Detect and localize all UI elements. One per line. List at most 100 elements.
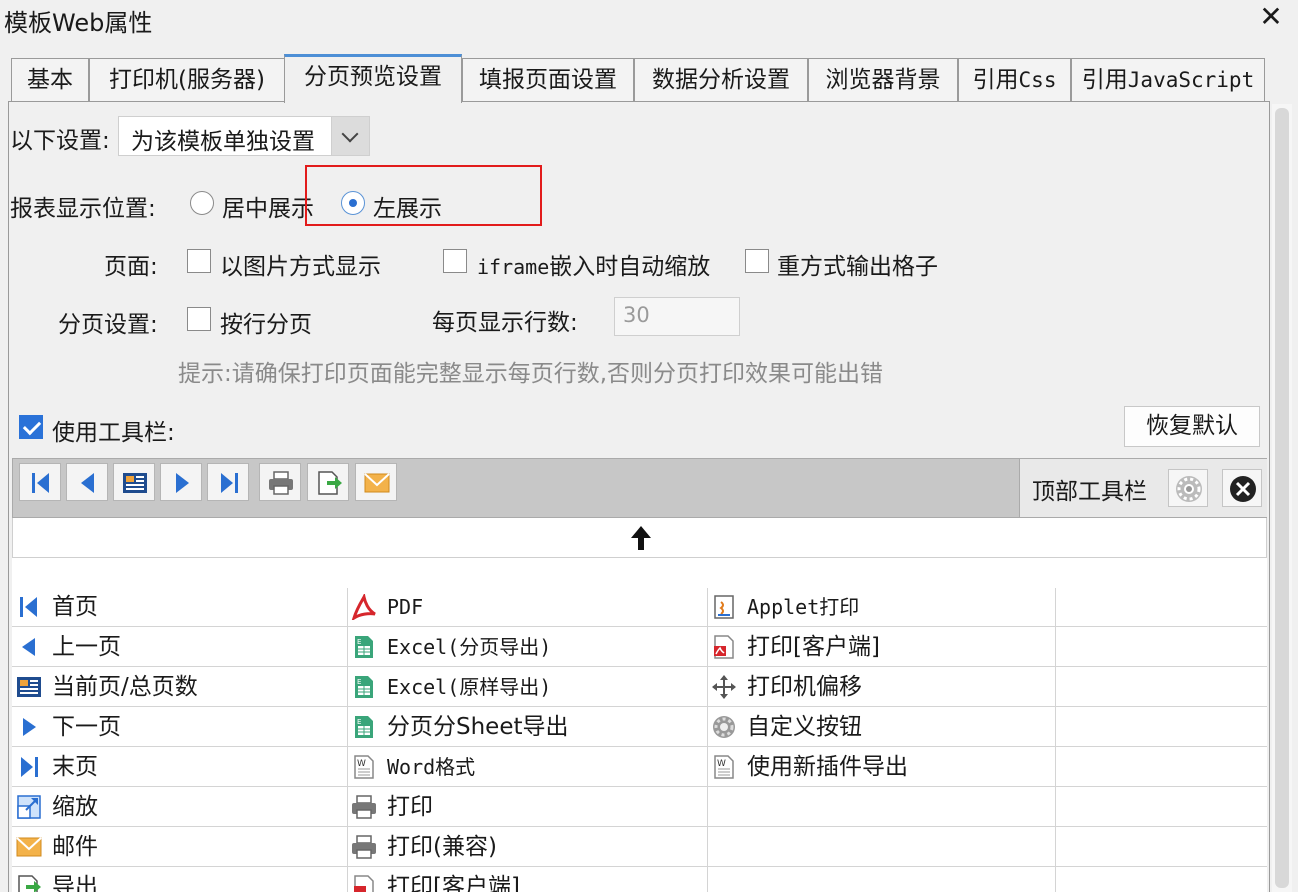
word-icon: W	[714, 755, 734, 779]
grid-item-next-page[interactable]: 下一页	[12, 707, 347, 747]
radio-center[interactable]	[190, 191, 214, 215]
grid-item-excel-paged[interactable]: E Excel(分页导出)	[347, 627, 707, 667]
table-row: 缩放 打印	[12, 787, 1267, 827]
use-toolbar-label[interactable]: 使用工具栏:	[52, 413, 175, 447]
grid-item-label: 打印机偏移	[747, 674, 862, 700]
checkbox-row-paging[interactable]	[187, 307, 211, 331]
image-mode-label[interactable]: 以图片方式显示	[220, 247, 381, 281]
first-page-icon[interactable]	[19, 463, 61, 501]
grid-item-label: 打印[客户端]	[387, 874, 520, 892]
grid-item-zoom[interactable]: 缩放	[12, 787, 347, 827]
grid-item-print-client-2[interactable]: 打印[客户端]	[347, 867, 707, 892]
scope-select[interactable]: 为该模板单独设置	[118, 116, 370, 156]
tab-browser-background[interactable]: 浏览器背景	[808, 58, 958, 102]
repeat-cells-label[interactable]: 重方式输出格子	[777, 247, 938, 281]
table-row: 当前页/总页数 E Excel(原样导出) 打印机偏移	[12, 667, 1267, 707]
grid-item-label: 首页	[52, 594, 98, 620]
tab-javascript[interactable]: 引用JavaScript	[1071, 58, 1265, 102]
checkbox-iframe-zoom[interactable]	[443, 249, 467, 273]
toolbar-drop-row[interactable]	[12, 518, 1267, 558]
previous-page-icon[interactable]	[66, 463, 108, 501]
rows-per-page-input[interactable]: 30	[614, 297, 740, 336]
button-grid: 首页 PDF Applet打印 上一页 E Excel(分页导出) 打印[客户端…	[12, 558, 1267, 892]
excel-icon: E	[355, 716, 373, 738]
grid-item-pdf[interactable]: PDF	[347, 587, 707, 627]
grid-item-label: 当前页/总页数	[52, 674, 198, 700]
scope-select-value: 为该模板单独设置	[131, 129, 315, 155]
grid-item-excel-original[interactable]: E Excel(原样导出)	[347, 667, 707, 707]
toolbar-position-area: 顶部工具栏	[1019, 459, 1267, 517]
gear-icon	[713, 716, 735, 738]
row-paging-label[interactable]: 按行分页	[220, 305, 312, 339]
grid-item-label: Applet打印	[747, 595, 860, 619]
tab-printer-server[interactable]: 打印机(服务器)	[89, 58, 285, 102]
checkbox-repeat-cells[interactable]	[745, 249, 769, 273]
table-row: 邮件 打印(兼容)	[12, 827, 1267, 867]
scrollbar-thumb[interactable]	[1275, 108, 1289, 888]
checkbox-use-toolbar[interactable]	[19, 415, 43, 439]
next-page-icon[interactable]	[160, 463, 202, 501]
close-circle-icon[interactable]	[1222, 469, 1262, 507]
grid-item-prev-page[interactable]: 上一页	[12, 627, 347, 667]
zoom-icon	[17, 795, 41, 819]
radio-center-label[interactable]: 居中展示	[222, 189, 314, 223]
previous-page-icon	[22, 638, 35, 656]
pdf-icon	[351, 594, 376, 620]
grid-item-print-client[interactable]: 打印[客户端]	[707, 627, 1055, 667]
scope-label: 以下设置:	[10, 128, 110, 154]
last-page-icon[interactable]	[207, 463, 249, 501]
tab-css-prefix: 引用	[972, 67, 1019, 93]
grid-item-label: 打印(兼容)	[387, 834, 497, 860]
grid-item-plugin-export[interactable]: W 使用新插件导出	[707, 747, 1055, 787]
tab-bar: 基本 打印机(服务器) 分页预览设置 填报页面设置 数据分析设置 浏览器背景 引…	[8, 54, 1298, 103]
grid-item-last-page[interactable]: 末页	[12, 747, 347, 787]
print-icon	[352, 835, 376, 859]
word-icon: W	[354, 755, 374, 779]
checkbox-image-mode[interactable]	[187, 249, 211, 273]
svg-text:W: W	[357, 759, 366, 769]
grid-item-word[interactable]: W Word格式	[347, 747, 707, 787]
tab-paging-preview[interactable]: 分页预览设置	[284, 54, 462, 103]
grid-item-label: 导出	[52, 874, 98, 892]
grid-item-email[interactable]: 邮件	[12, 827, 347, 867]
grid-item-first-page[interactable]: 首页	[12, 587, 347, 627]
tab-basic[interactable]: 基本	[11, 58, 89, 102]
excel-icon: E	[355, 676, 373, 698]
grid-item-label: 下一页	[52, 714, 121, 740]
chevron-down-icon[interactable]	[331, 117, 369, 155]
tab-fill-page[interactable]: 填报页面设置	[462, 58, 634, 102]
grid-item-sheet-export[interactable]: E 分页分Sheet导出	[347, 707, 707, 747]
up-arrow-icon	[631, 526, 651, 550]
grid-item-label: 使用新插件导出	[747, 754, 908, 780]
print-icon[interactable]	[259, 463, 301, 501]
grid-item-print-compat[interactable]: 打印(兼容)	[347, 827, 707, 867]
vertical-scrollbar[interactable]	[1272, 104, 1292, 892]
grid-item-print[interactable]: 打印	[347, 787, 707, 827]
tab-css-mono: Css	[1018, 68, 1057, 92]
grid-item-label: 打印	[387, 794, 433, 820]
gear-icon[interactable]	[1168, 469, 1208, 507]
iframe-zoom-label[interactable]: iframe嵌入时自动缩放	[477, 247, 710, 281]
iframe-zoom-text: 嵌入时自动缩放	[549, 254, 711, 280]
grid-item-printer-offset[interactable]: 打印机偏移	[707, 667, 1055, 707]
grid-item-label: 末页	[52, 754, 98, 780]
tab-data-analysis[interactable]: 数据分析设置	[634, 58, 808, 102]
grid-item-export[interactable]: 导出	[12, 867, 347, 892]
highlight-box	[305, 165, 542, 226]
close-icon[interactable]: ✕	[1256, 2, 1286, 32]
excel-icon: E	[355, 636, 373, 658]
last-page-icon	[21, 757, 38, 777]
export-icon[interactable]	[307, 463, 349, 501]
pdf-print-icon	[354, 875, 374, 892]
grid-item-label: 缩放	[52, 794, 98, 820]
email-icon[interactable]	[355, 463, 397, 501]
grid-item-label: 邮件	[52, 834, 98, 860]
page-number-icon[interactable]	[113, 463, 155, 501]
restore-default-button[interactable]: 恢复默认	[1124, 406, 1260, 447]
grid-item-applet-print[interactable]: Applet打印	[707, 587, 1055, 627]
grid-item-empty	[707, 827, 1055, 867]
tab-css[interactable]: 引用Css	[958, 58, 1071, 102]
tab-js-prefix: 引用	[1081, 67, 1128, 93]
grid-item-page-number[interactable]: 当前页/总页数	[12, 667, 347, 707]
grid-item-custom-button[interactable]: 自定义按钮	[707, 707, 1055, 747]
